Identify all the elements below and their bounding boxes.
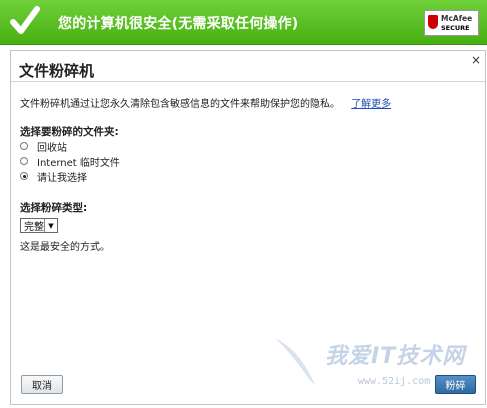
folder-section-label: 选择要粉碎的文件夹: xyxy=(20,126,119,138)
radio-label: Internet 临时文件 xyxy=(37,157,120,169)
radio-internet-temp-files[interactable]: Internet 临时文件 xyxy=(20,154,120,169)
radio-button-checked-icon[interactable] xyxy=(20,172,28,180)
close-icon[interactable]: × xyxy=(471,53,481,67)
checkmark-icon xyxy=(10,6,40,34)
mcafee-shield-icon xyxy=(428,15,438,29)
dialog-title: 文件粉碎机 xyxy=(19,62,95,80)
radio-button-icon[interactable] xyxy=(20,157,28,165)
site-watermark: 我爱IT技术网 www.52ij.com xyxy=(270,330,480,408)
radio-label: 请让我选择 xyxy=(37,172,87,184)
title-divider xyxy=(11,81,485,82)
radio-let-me-choose[interactable]: 请让我选择 xyxy=(20,169,87,184)
mcafee-brand-text: McAfee xyxy=(441,14,473,23)
shred-type-hint: 这是最安全的方式。 xyxy=(20,242,110,253)
security-status-bar: 您的计算机很安全(无需采取任何操作) McAfee SECURE xyxy=(0,0,487,45)
shred-type-value: 完整 xyxy=(24,222,44,233)
shred-type-select[interactable]: 完整 ▼ xyxy=(20,218,58,233)
cancel-button[interactable]: 取消 xyxy=(21,375,63,394)
dialog-description: 文件粉碎机通过让您永久清除包含敏感信息的文件来帮助保护您的隐私。 了解更多 xyxy=(20,95,391,110)
learn-more-link[interactable]: 了解更多 xyxy=(351,99,391,110)
shred-type-section-label: 选择粉碎类型: xyxy=(20,202,88,214)
watermark-text: 我爱IT技术网 xyxy=(325,344,466,369)
wing-logo-icon xyxy=(275,338,315,385)
mcafee-secure-text: SECURE xyxy=(441,24,470,32)
radio-label: 回收站 xyxy=(37,142,67,154)
radio-button-icon[interactable] xyxy=(20,142,28,150)
status-message: 您的计算机很安全(无需采取任何操作) xyxy=(58,16,299,32)
description-text: 文件粉碎机通过让您永久清除包含敏感信息的文件来帮助保护您的隐私。 xyxy=(20,99,340,110)
radio-recycle-bin[interactable]: 回收站 xyxy=(20,139,67,154)
mcafee-secure-badge: McAfee SECURE xyxy=(424,10,479,36)
dropdown-arrow-icon[interactable]: ▼ xyxy=(44,219,57,232)
watermark-url: www.52ij.com xyxy=(358,376,431,387)
